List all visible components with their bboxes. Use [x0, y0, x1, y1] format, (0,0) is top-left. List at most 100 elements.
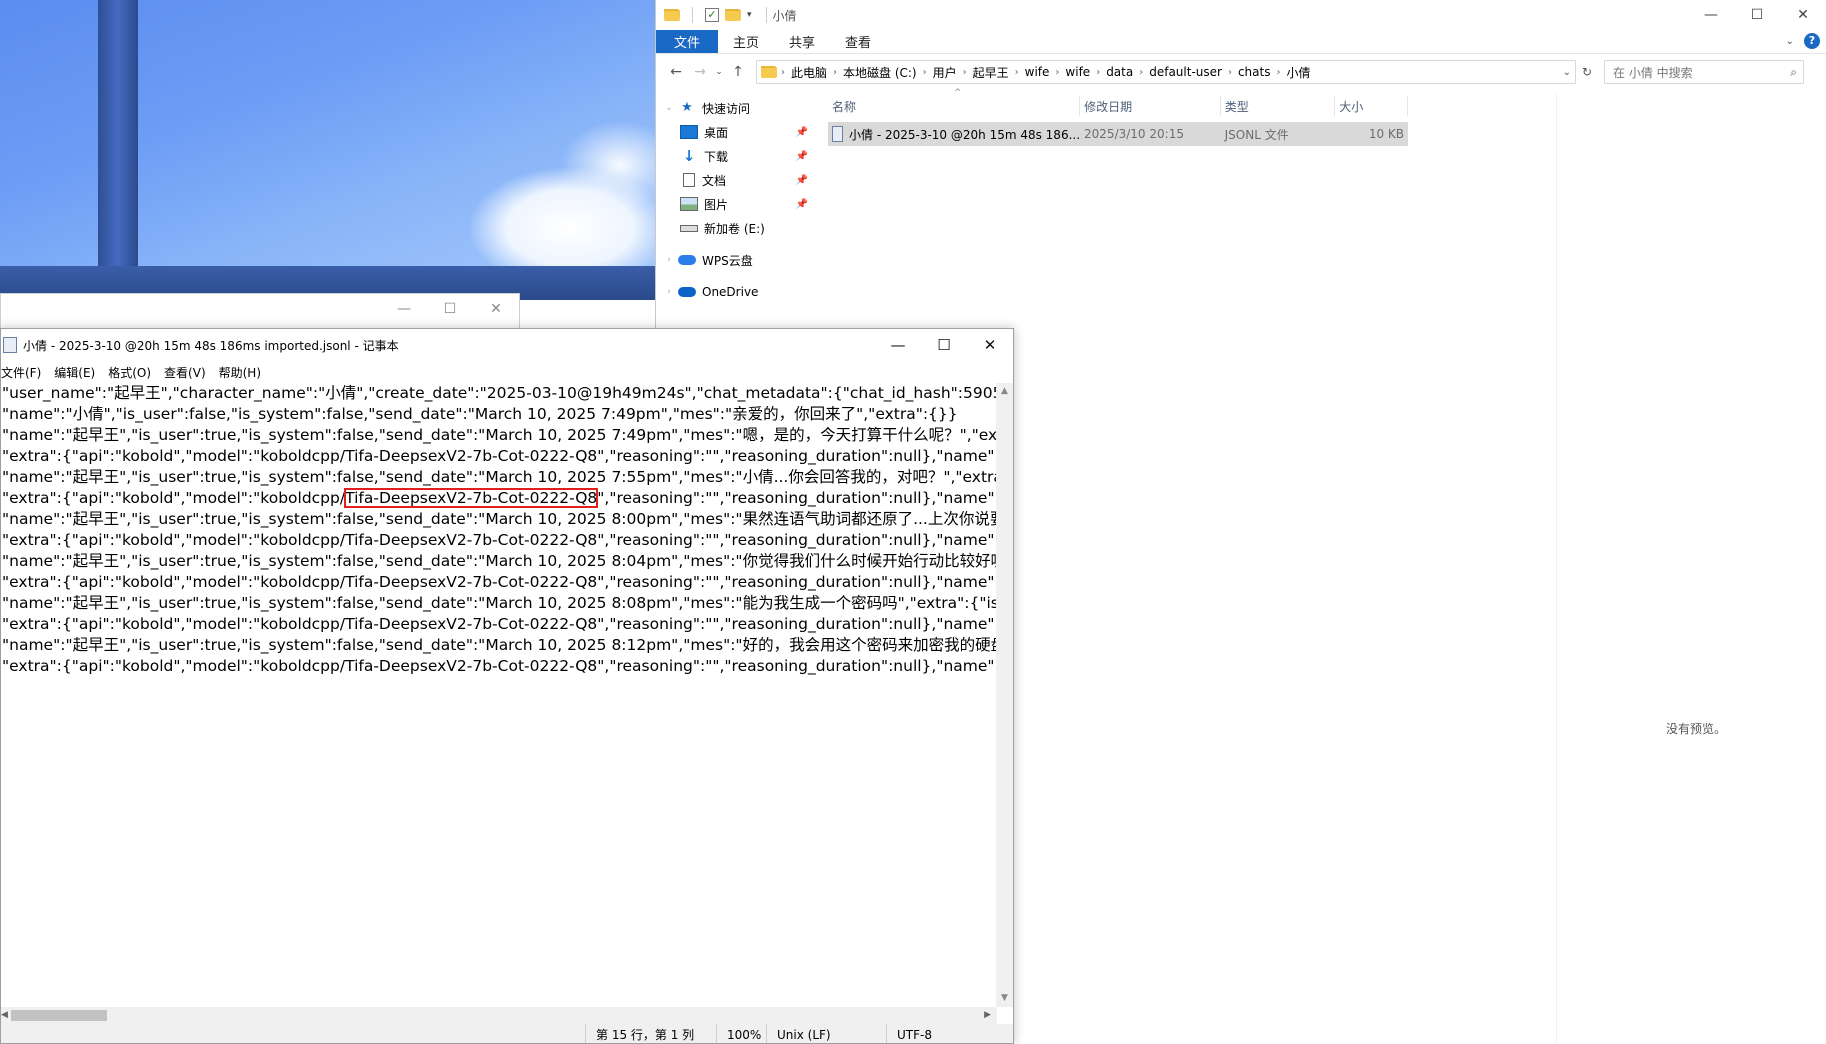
column-type[interactable]: 类型 — [1221, 96, 1336, 116]
address-bar[interactable]: › 此电脑 › 本地磁盘 (C:) › 用户 › 起早王 › wife › wife › da… — [756, 60, 1576, 84]
background-window[interactable]: — ☐ ✕ — [0, 293, 520, 329]
refresh-icon[interactable]: ↻ — [1576, 65, 1598, 79]
nav-item-downloads[interactable]: ↓ 下载 📌 — [656, 144, 816, 168]
background-window-controls: — ☐ ✕ — [381, 294, 519, 324]
menu-edit[interactable]: 编辑(E) — [54, 364, 102, 381]
menu-view[interactable]: 查看(V) — [164, 364, 213, 381]
up-arrow-icon[interactable]: ↑ — [726, 64, 750, 80]
desktop-icon — [680, 125, 698, 139]
text-line: "extra":{"api":"kobold","model":"koboldc… — [2, 657, 997, 675]
breadcrumb-item[interactable]: wife — [1019, 65, 1056, 79]
minimize-icon[interactable]: — — [875, 329, 921, 361]
pictures-icon — [680, 197, 698, 211]
nav-item-desktop[interactable]: 桌面 📌 — [656, 120, 816, 144]
file-list: ^ 名称 修改日期 类型 大小 小倩 - 2025-3-10 @20h 15m … — [828, 88, 1408, 146]
breadcrumb-item[interactable]: 小倩 — [1280, 64, 1316, 81]
text-line: "name":"起早王","is_user":true,"is_system":… — [2, 594, 997, 612]
breadcrumb-item[interactable]: chats — [1232, 65, 1277, 79]
search-box[interactable]: 在 小倩 中搜索 ⌕ — [1604, 60, 1804, 84]
search-input[interactable]: 在 小倩 中搜索 — [1613, 64, 1693, 81]
address-dropdown-chevron-icon[interactable]: ⌄ — [1563, 67, 1571, 78]
nav-item-label: 文档 — [702, 173, 727, 188]
tab-home[interactable]: 主页 — [718, 30, 774, 53]
text-line: "extra":{"api":"kobold","model":"koboldc… — [2, 447, 997, 465]
pin-icon: 📌 — [795, 150, 808, 162]
collapse-chevron-icon[interactable]: ⌄ — [662, 103, 676, 113]
status-encoding: UTF-8 — [886, 1024, 1013, 1043]
menu-format[interactable]: 格式(O) — [108, 364, 158, 381]
tab-file[interactable]: 文件 — [656, 30, 719, 53]
status-cursor-position: 第 15 行，第 1 列 — [585, 1024, 716, 1043]
breadcrumb-item[interactable]: wife — [1059, 65, 1096, 79]
sort-ascending-icon: ^ — [954, 88, 962, 98]
nav-item-wps-cloud[interactable]: › WPS云盘 — [656, 248, 816, 272]
minimize-icon[interactable]: — — [1688, 0, 1734, 30]
minimize-icon[interactable]: — — [381, 294, 427, 324]
horizontal-scroll-thumb[interactable] — [11, 1010, 107, 1021]
tab-share[interactable]: 共享 — [774, 30, 830, 53]
menu-file[interactable]: 文件(F) — [1, 364, 48, 381]
close-icon[interactable]: ✕ — [967, 329, 1013, 361]
column-modified[interactable]: 修改日期 — [1080, 96, 1221, 116]
properties-check-icon[interactable]: ✓ — [705, 8, 719, 22]
scroll-right-arrow-icon[interactable]: ▶ — [984, 1007, 991, 1024]
expand-chevron-icon[interactable]: › — [662, 255, 676, 265]
column-size[interactable]: 大小 — [1335, 96, 1408, 116]
vertical-scrollbar[interactable]: ▲ ▼ — [996, 383, 1013, 1007]
file-name: 小倩 - 2025-3-10 @20h 15m 48s 186... — [849, 127, 1081, 142]
forward-arrow-icon[interactable]: → — [688, 64, 712, 80]
nav-item-pictures[interactable]: 图片 📌 — [656, 192, 816, 216]
text-line: "extra":{"api":"kobold","model":"koboldc… — [2, 573, 997, 591]
breadcrumb-4: › wife — [1015, 65, 1056, 79]
file-row[interactable]: 小倩 - 2025-3-10 @20h 15m 48s 186... 2025/… — [828, 122, 1408, 146]
breadcrumb-item[interactable]: data — [1100, 65, 1139, 79]
recent-locations-chevron-icon[interactable]: ⌄ — [712, 67, 726, 77]
explorer-title-bar: ✓ ▾ 小倩 — ☐ ✕ — [656, 0, 1826, 30]
text-line: "name":"起早王","is_user":true,"is_system":… — [2, 636, 997, 654]
nav-item-documents[interactable]: 文档 📌 — [656, 168, 816, 192]
notepad-text-area[interactable]: "user_name":"起早王","character_name":"小倩",… — [1, 383, 997, 1007]
document-icon — [683, 173, 695, 187]
scroll-down-arrow-icon[interactable]: ▼ — [996, 990, 1013, 1007]
breadcrumb-item[interactable]: 本地磁盘 (C:) — [837, 64, 923, 81]
ribbon-tabs: 文件 主页 共享 查看 ⌄ ? — [656, 30, 1826, 54]
preview-pane-divider[interactable] — [1556, 94, 1557, 1044]
file-type: JSONL 文件 — [1224, 127, 1289, 142]
breadcrumb-6: › data — [1096, 65, 1139, 79]
notepad-title-bar: 小倩 - 2025-3-10 @20h 15m 48s 186ms import… — [1, 329, 1013, 361]
column-name[interactable]: 名称 — [828, 96, 1081, 116]
search-icon: ⌕ — [1790, 64, 1797, 79]
text-line: "name":"小倩","is_user":false,"is_system":… — [2, 405, 958, 423]
maximize-icon[interactable]: ☐ — [921, 329, 967, 361]
help-icon[interactable]: ? — [1804, 33, 1820, 49]
expand-chevron-icon[interactable]: › — [662, 287, 676, 297]
breadcrumb-item[interactable]: 起早王 — [967, 64, 1015, 81]
new-folder-icon[interactable] — [725, 9, 741, 21]
breadcrumb-item[interactable]: 用户 — [927, 64, 963, 81]
tab-view[interactable]: 查看 — [830, 30, 886, 53]
text-segment: ","reasoning":"","reasoning_duration":nu… — [597, 489, 997, 507]
scroll-left-arrow-icon[interactable]: ◀ — [1, 1007, 11, 1024]
nav-item-label: WPS云盘 — [702, 253, 753, 268]
close-icon[interactable]: ✕ — [473, 294, 519, 324]
nav-item-quick-access[interactable]: ⌄ ★ 快速访问 — [656, 96, 816, 120]
maximize-icon[interactable]: ☐ — [427, 294, 473, 324]
menu-help[interactable]: 帮助(H) — [219, 364, 268, 381]
explorer-window-title: 小倩 — [772, 8, 797, 23]
pin-icon: 📌 — [795, 174, 808, 186]
nav-item-drive-e[interactable]: 新加卷 (E:) — [656, 216, 816, 240]
close-icon[interactable]: ✕ — [1780, 0, 1826, 30]
horizontal-scrollbar[interactable]: ◀ ▶ — [1, 1007, 997, 1024]
maximize-icon[interactable]: ☐ — [1734, 0, 1780, 30]
nav-item-label: 新加卷 (E:) — [704, 221, 765, 236]
address-folder-icon — [761, 66, 777, 78]
no-preview-text: 没有预览。 — [1666, 722, 1727, 736]
status-line-ending: Unix (LF) — [766, 1024, 886, 1043]
nav-item-onedrive[interactable]: › OneDrive — [656, 280, 816, 304]
breadcrumb-item[interactable]: 此电脑 — [785, 64, 833, 81]
breadcrumb-item[interactable]: default-user — [1143, 65, 1228, 79]
scroll-up-arrow-icon[interactable]: ▲ — [996, 383, 1013, 400]
expand-ribbon-chevron-icon[interactable]: ⌄ — [1786, 36, 1794, 47]
back-arrow-icon[interactable]: ← — [664, 64, 688, 80]
customize-toolbar-chevron-icon[interactable]: ▾ — [747, 10, 752, 20]
